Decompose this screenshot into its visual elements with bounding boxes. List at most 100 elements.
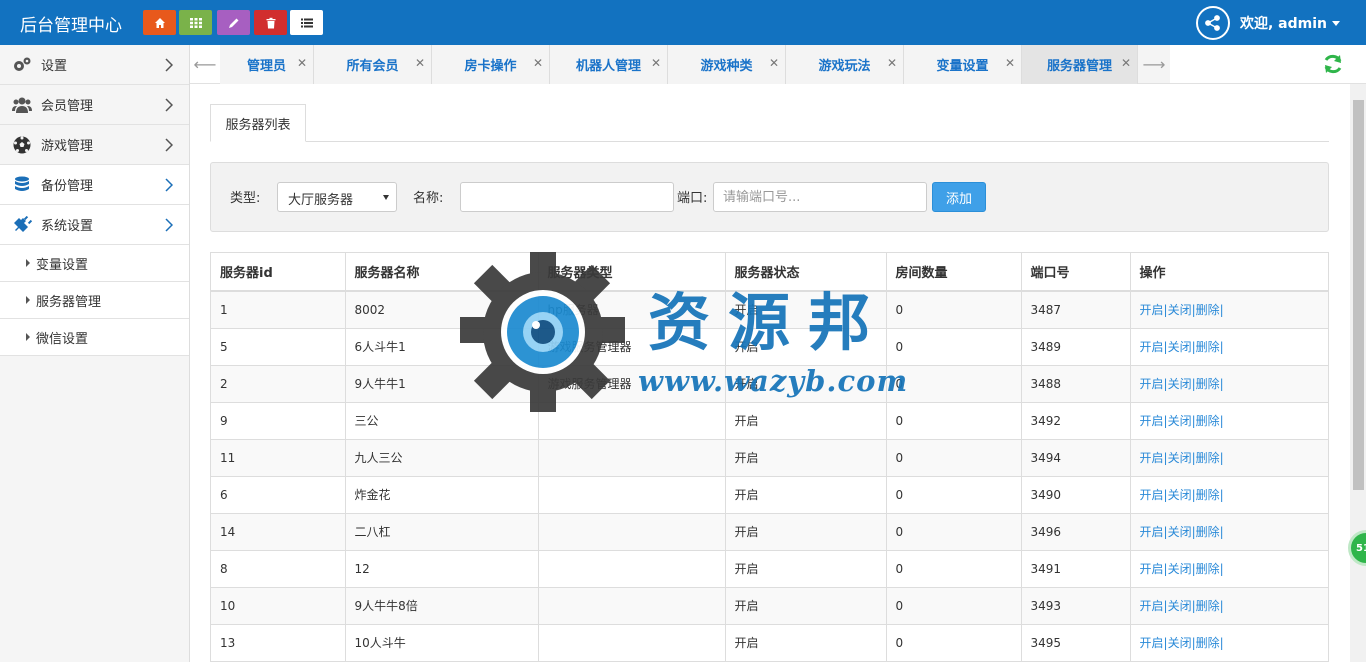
delete-button[interactable] xyxy=(254,10,287,35)
delete-link[interactable]: 删除 xyxy=(1196,636,1220,650)
disable-link[interactable]: 关闭 xyxy=(1168,414,1192,428)
disable-link[interactable]: 关闭 xyxy=(1168,451,1192,465)
sidebar-item-system-settings[interactable]: 系统设置 xyxy=(0,205,189,245)
cell-rooms: 0 xyxy=(886,623,1022,661)
user-menu[interactable]: 欢迎, admin xyxy=(1195,6,1340,40)
sidebar-item-settings[interactable]: 设置 xyxy=(0,45,189,85)
cell-status: 开启 xyxy=(725,623,887,661)
close-icon[interactable]: ✕ xyxy=(415,56,425,70)
delete-link[interactable]: 删除 xyxy=(1196,599,1220,613)
delete-link[interactable]: 删除 xyxy=(1196,377,1220,391)
sidebar-item-games[interactable]: 游戏管理 xyxy=(0,125,189,165)
tab-scroll-right-button[interactable]: ⟶ xyxy=(1138,45,1170,83)
caret-right-icon xyxy=(26,333,30,341)
disable-link[interactable]: 关闭 xyxy=(1168,636,1192,650)
cell-status: 开启 xyxy=(725,475,887,513)
enable-link[interactable]: 开启 xyxy=(1140,340,1164,354)
port-input[interactable] xyxy=(713,182,927,212)
list-button[interactable] xyxy=(290,10,323,35)
cell-status: 开启 xyxy=(725,401,887,439)
close-icon[interactable]: ✕ xyxy=(1005,56,1015,70)
tab-admins[interactable]: 管理员 ✕ xyxy=(220,45,314,84)
delete-link[interactable]: 删除 xyxy=(1196,414,1220,428)
enable-link[interactable]: 开启 xyxy=(1140,562,1164,576)
tab-room-cards[interactable]: 房卡操作 ✕ xyxy=(432,45,550,84)
app-brand[interactable]: 后台管理中心 xyxy=(20,11,122,36)
tab-game-modes[interactable]: 游戏玩法 ✕ xyxy=(786,45,904,84)
tab-all-members[interactable]: 所有会员 ✕ xyxy=(314,45,432,84)
home-button[interactable] xyxy=(143,10,176,35)
enable-link[interactable]: 开启 xyxy=(1140,451,1164,465)
cell-id: 6 xyxy=(211,475,346,513)
sidebar-subitem-wechat[interactable]: 微信设置 xyxy=(0,319,189,356)
grid-icon xyxy=(189,17,202,28)
cell-id: 1 xyxy=(211,290,346,328)
sidebar-subitem-variables[interactable]: 变量设置 xyxy=(0,245,189,282)
cell-status: 开启 xyxy=(725,327,887,365)
scrollbar-thumb[interactable] xyxy=(1353,100,1364,490)
close-icon[interactable]: ✕ xyxy=(887,56,897,70)
close-icon[interactable]: ✕ xyxy=(651,56,661,70)
tab-scroll-left-button[interactable]: ⟵ xyxy=(190,45,220,83)
tab-label: 房卡操作 xyxy=(464,59,517,74)
sidebar-subitem-servers[interactable]: 服务器管理 xyxy=(0,282,189,319)
column-header[interactable]: 服务器类型 xyxy=(538,253,726,292)
caret-down-icon xyxy=(1332,20,1340,26)
top-bar: 后台管理中心 欢迎, admin xyxy=(0,0,1366,45)
column-header[interactable]: 服务器id xyxy=(211,253,346,292)
table-row: 13 10人斗牛 开启 0 3495 开启|关闭|删除| xyxy=(211,623,1328,661)
column-header[interactable]: 端口号 xyxy=(1021,253,1131,292)
sidebar-item-backup[interactable]: 备份管理 xyxy=(0,165,189,205)
enable-link[interactable]: 开启 xyxy=(1140,303,1164,317)
close-icon[interactable]: ✕ xyxy=(1121,56,1131,70)
cell-actions: 开启|关闭|删除| xyxy=(1130,475,1328,513)
sidebar-item-members[interactable]: 会员管理 xyxy=(0,85,189,125)
vertical-scrollbar[interactable] xyxy=(1350,84,1366,662)
disable-link[interactable]: 关闭 xyxy=(1168,488,1192,502)
enable-link[interactable]: 开启 xyxy=(1140,414,1164,428)
column-header[interactable]: 服务器名称 xyxy=(345,253,539,292)
server-table: 服务器id 服务器名称 服务器类型 服务器状态 房间数量 端口号 操作 1 800… xyxy=(210,252,1329,662)
edit-button[interactable] xyxy=(217,10,250,35)
cell-port: 3492 xyxy=(1021,401,1131,439)
column-header[interactable]: 房间数量 xyxy=(886,253,1022,292)
delete-link[interactable]: 删除 xyxy=(1196,525,1220,539)
close-icon[interactable]: ✕ xyxy=(769,56,779,70)
tab-label: 机器人管理 xyxy=(575,59,641,74)
panel-tab-server-list[interactable]: 服务器列表 xyxy=(210,104,306,142)
delete-link[interactable]: 删除 xyxy=(1196,488,1220,502)
disable-link[interactable]: 关闭 xyxy=(1168,303,1192,317)
delete-link[interactable]: 删除 xyxy=(1196,562,1220,576)
sidebar-item-label: 备份管理 xyxy=(41,179,94,194)
enable-link[interactable]: 开启 xyxy=(1140,599,1164,613)
tab-variables[interactable]: 变量设置 ✕ xyxy=(904,45,1022,84)
disable-link[interactable]: 关闭 xyxy=(1168,599,1192,613)
refresh-icon[interactable] xyxy=(1322,53,1344,75)
tab-robots[interactable]: 机器人管理 ✕ xyxy=(550,45,668,84)
cell-port: 3494 xyxy=(1021,438,1131,476)
cell-type: hp服务器 xyxy=(538,290,726,328)
tab-game-types[interactable]: 游戏种类 ✕ xyxy=(668,45,786,84)
disable-link[interactable]: 关闭 xyxy=(1168,377,1192,391)
name-input[interactable] xyxy=(460,182,674,212)
enable-link[interactable]: 开启 xyxy=(1140,377,1164,391)
enable-link[interactable]: 开启 xyxy=(1140,488,1164,502)
close-icon[interactable]: ✕ xyxy=(533,56,543,70)
enable-link[interactable]: 开启 xyxy=(1140,525,1164,539)
add-button[interactable]: 添加 xyxy=(932,182,986,212)
tab-server-management[interactable]: 服务器管理 ✕ xyxy=(1022,45,1138,84)
type-select[interactable]: 大厅服务器 xyxy=(277,182,397,212)
close-icon[interactable]: ✕ xyxy=(297,56,307,70)
delete-link[interactable]: 删除 xyxy=(1196,303,1220,317)
enable-link[interactable]: 开启 xyxy=(1140,636,1164,650)
disable-link[interactable]: 关闭 xyxy=(1168,562,1192,576)
disable-link[interactable]: 关闭 xyxy=(1168,340,1192,354)
column-header[interactable]: 服务器状态 xyxy=(725,253,887,292)
column-header: 操作 xyxy=(1130,253,1328,292)
delete-link[interactable]: 删除 xyxy=(1196,451,1220,465)
sidebar-item-label: 设置 xyxy=(41,59,68,74)
cell-status: 开启 xyxy=(725,512,887,550)
disable-link[interactable]: 关闭 xyxy=(1168,525,1192,539)
grid-button[interactable] xyxy=(179,10,212,35)
delete-link[interactable]: 删除 xyxy=(1196,340,1220,354)
